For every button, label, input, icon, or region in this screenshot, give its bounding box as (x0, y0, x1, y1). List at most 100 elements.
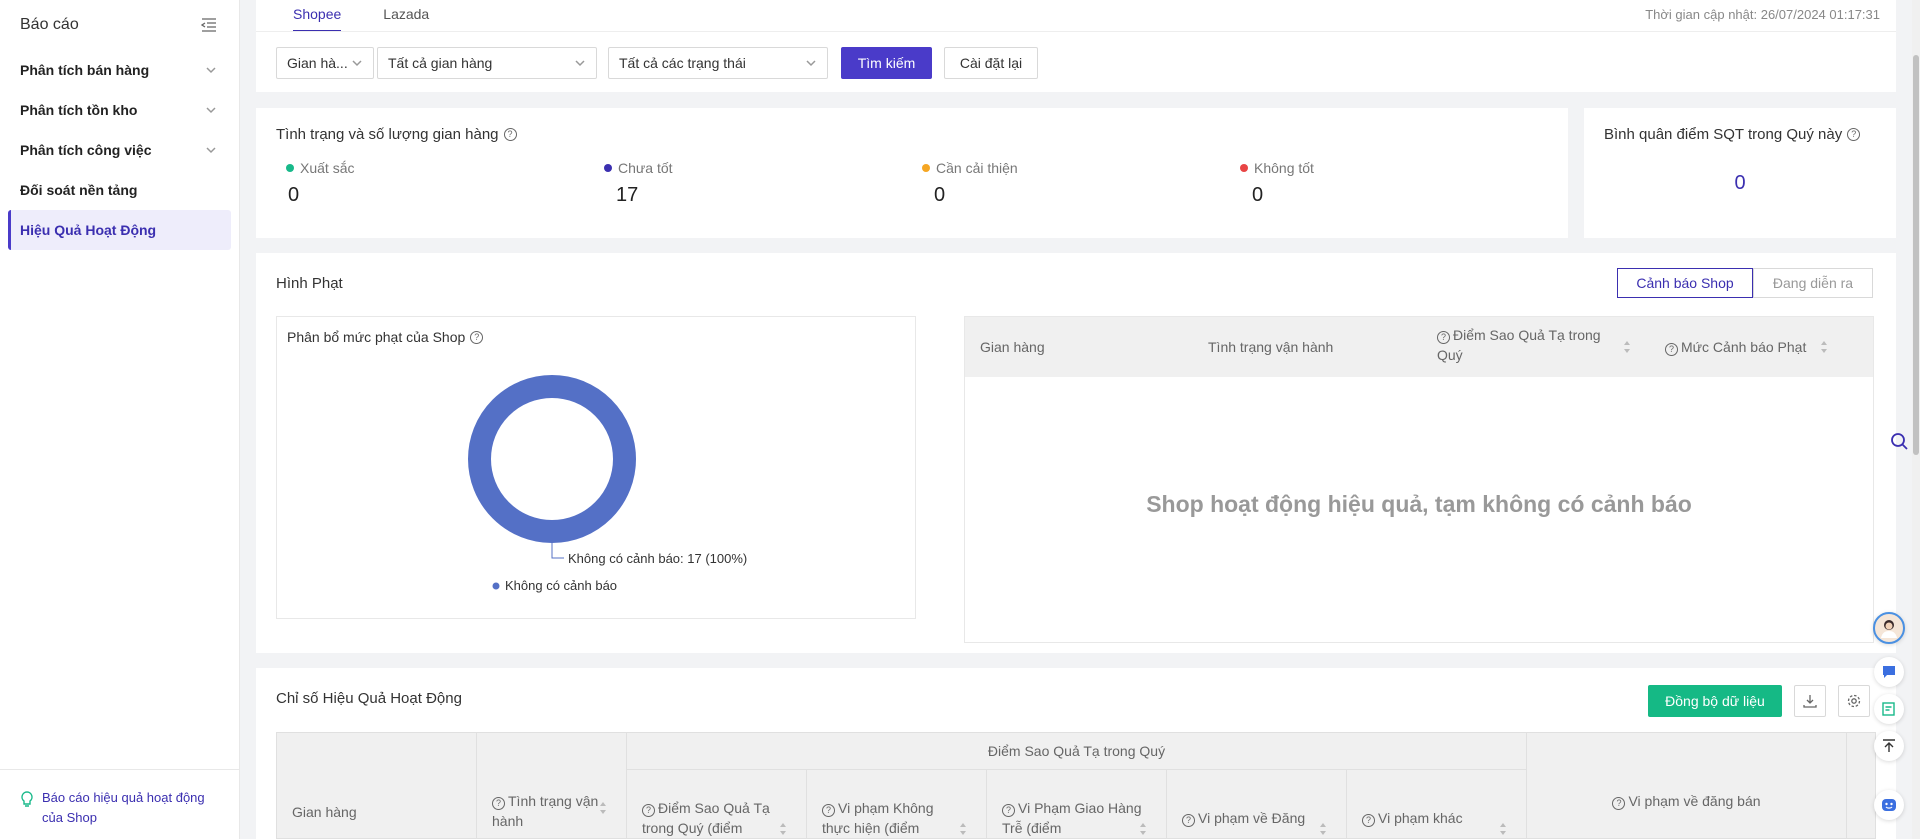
stat-label: Cần cải thiện (936, 160, 1018, 176)
col-other-violation[interactable]: ? Vi phạm khác (1347, 770, 1527, 838)
sort-icon[interactable] (1319, 822, 1327, 836)
help-icon[interactable]: ? (1847, 128, 1861, 141)
help-icon[interactable]: ? (1437, 331, 1450, 344)
sqt-value: 0 (1734, 172, 1746, 194)
sidebar-title: Báo cáo (20, 16, 79, 33)
col-label: Vi phạm khác (1378, 810, 1463, 826)
performance-title: Chỉ số Hiệu Quả Hoạt Động (276, 690, 462, 707)
col-label: Vi phạm về đăng bán (1628, 793, 1761, 809)
col-label-wrap: ? Vi phạm khác (1362, 808, 1502, 828)
stat-value: 0 (288, 184, 300, 206)
shop-select[interactable]: Tất cả gian hàng (377, 47, 597, 79)
collapse-menu-icon[interactable] (201, 18, 217, 32)
help-icon[interactable]: ? (1665, 343, 1678, 356)
col-label: Điểm Sao Quả Tạ trong Quý (điểm (642, 800, 770, 836)
search-icon[interactable] (1890, 432, 1910, 452)
select-value: Tất cả các trạng thái (619, 55, 746, 71)
shop-type-select[interactable]: Gian hà... (276, 47, 374, 79)
scrollbar-thumb[interactable] (1913, 55, 1919, 455)
col-warning-level[interactable]: ? Mức Cảnh báo Phạt (1665, 337, 1806, 357)
avatar-icon (1881, 620, 1897, 638)
tab-shopee[interactable]: Shopee (293, 6, 342, 32)
stat-value: 17 (616, 184, 639, 206)
sort-icon[interactable] (1820, 340, 1828, 354)
tab-divider (256, 31, 1896, 32)
tab-ongoing[interactable]: Đang diễn ra (1753, 268, 1873, 298)
shop-status-title: Tình trạng và số lượng gian hàng (276, 126, 499, 143)
col-label: Gian hàng (292, 804, 357, 820)
sync-data-button[interactable]: Đồng bộ dữ liệu (1648, 685, 1782, 717)
penalty-chart-box: Phân bổ mức phạt của Shop ? Không có cản… (276, 316, 916, 619)
stat-label: Không tốt (1254, 160, 1314, 176)
back-to-top-button[interactable] (1874, 731, 1904, 761)
sidebar-footer-link[interactable]: Báo cáo hiệu quả hoạt động của Shop (0, 769, 240, 839)
sort-icon[interactable] (959, 822, 967, 836)
sort-icon[interactable] (779, 822, 787, 836)
col-late-shipment[interactable]: ? Vi Phạm Giao Hàng Trễ (điểm (987, 770, 1167, 838)
legend-label[interactable]: Không có cảnh báo (505, 578, 617, 593)
sort-icon[interactable] (599, 801, 607, 815)
download-button[interactable] (1794, 685, 1826, 717)
col-label-wrap: ? Vi phạm Không thực hiện (điểm (822, 798, 962, 838)
penalty-table-header: Gian hàng Tình trạng vận hành ? Điểm Sao … (965, 317, 1873, 377)
col-label-wrap: ? Tình trạng vận hành (492, 791, 602, 831)
status-dot (286, 164, 294, 172)
search-button[interactable]: Tìm kiếm (841, 47, 932, 79)
legend-marker[interactable] (492, 582, 500, 590)
tab-shop-warning[interactable]: Cảnh báo Shop (1617, 268, 1753, 298)
sidebar-item-work[interactable]: Phân tích công việc (0, 130, 239, 170)
stat-label: Chưa tốt (618, 160, 673, 176)
help-icon[interactable]: ? (1362, 814, 1375, 827)
sidebar-item-label: Đối soát nền tảng (20, 182, 138, 198)
col-shop: Gian hàng (980, 339, 1045, 355)
sqt-title-row: Bình quân điểm SQT trong Quý này ? (1604, 126, 1861, 143)
group-label: Điểm Sao Quả Tạ trong Quý (987, 743, 1166, 759)
reset-button[interactable]: Cài đặt lại (944, 47, 1038, 79)
help-icon[interactable]: ? (503, 128, 517, 141)
help-icon[interactable]: ? (1182, 814, 1195, 827)
help-icon[interactable]: ? (1002, 804, 1015, 817)
shop-status-title-row: Tình trạng và số lượng gian hàng ? (276, 126, 517, 143)
penalty-table: Gian hàng Tình trạng vận hành ? Điểm Sao … (964, 316, 1874, 643)
col-non-fulfillment[interactable]: ? Vi phạm Không thực hiện (điểm (807, 770, 987, 838)
sidebar-item-reconcile[interactable]: Đối soát nền tảng (0, 170, 239, 210)
help-icon[interactable]: ? (642, 804, 655, 817)
avatar[interactable] (1873, 612, 1905, 644)
sort-icon[interactable] (1499, 822, 1507, 836)
scrollbar-track[interactable] (1912, 0, 1920, 839)
col-sqt-score[interactable]: ? Điểm Sao Quả Tạ trong Quý (1437, 325, 1617, 365)
penalty-donut-chart: Không có cảnh báo: 17 (100%) Không có cản… (468, 375, 747, 593)
select-value: Tất cả gian hàng (388, 55, 493, 71)
sidebar-item-inventory[interactable]: Phân tích tồn kho (0, 90, 239, 130)
status-select[interactable]: Tất cả các trạng thái (608, 47, 828, 79)
sidebar-item-performance[interactable]: Hiệu Quả Hoạt Động (8, 210, 231, 250)
col-label-wrap: ? Vi Phạm Giao Hàng Trễ (điểm (1002, 798, 1142, 838)
help-icon[interactable]: ? (1612, 797, 1626, 810)
col-sqt-score[interactable]: ? Điểm Sao Quả Tạ trong Quý (điểm (627, 770, 807, 838)
sidebar-item-sales[interactable]: Phân tích bán hàng (0, 50, 239, 90)
settings-button[interactable] (1838, 685, 1870, 717)
chevron-down-icon (575, 60, 585, 67)
help-icon[interactable]: ? (492, 797, 505, 810)
col-label: Mức Cảnh báo Phạt (1681, 339, 1807, 355)
col-label-wrap: ? Điểm Sao Quả Tạ trong Quý (điểm (642, 798, 782, 838)
col-operation-status[interactable]: ? Tình trạng vận hành (477, 733, 627, 838)
note-button[interactable] (1874, 694, 1904, 724)
support-button[interactable] (1874, 790, 1904, 820)
pie-slice[interactable] (468, 375, 636, 543)
col-listing-violation[interactable]: ? Vi phạm về Đăng (1167, 770, 1347, 838)
stat-value: 0 (934, 184, 946, 206)
help-icon[interactable]: ? (822, 804, 835, 817)
status-dot (1240, 164, 1248, 172)
col-group-sqt: Điểm Sao Quả Tạ trong Quý (627, 733, 1527, 770)
stat-needs-improvement: Cần cải thiện 0 (922, 160, 1018, 207)
shop-status-card: Tình trạng và số lượng gian hàng ? Xuất … (256, 108, 1568, 238)
sidebar-item-label: Hiệu Quả Hoạt Động (20, 222, 157, 238)
tab-lazada[interactable]: Lazada (383, 6, 429, 32)
footer-link-label: Báo cáo hiệu quả hoạt động của Shop (42, 790, 205, 825)
chat-button[interactable] (1874, 657, 1904, 687)
sqt-title: Bình quân điểm SQT trong Quý này (1604, 126, 1843, 143)
sort-icon[interactable] (1139, 822, 1147, 836)
chevron-down-icon (206, 147, 216, 154)
sort-icon[interactable] (1623, 340, 1631, 354)
